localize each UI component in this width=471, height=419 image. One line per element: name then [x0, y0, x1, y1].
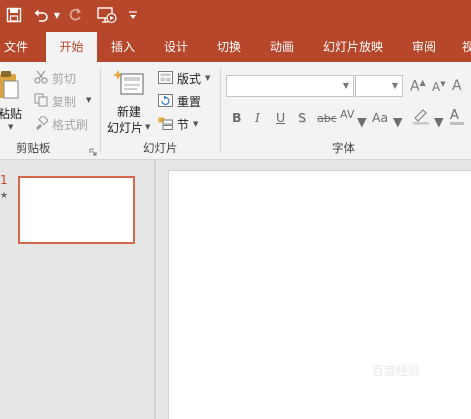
watermark-text: 百度经验 — [372, 364, 421, 378]
section-dropdown-icon[interactable]: ▼ — [193, 120, 198, 128]
undo-icon[interactable] — [32, 4, 50, 26]
font-size-dropdown-icon[interactable]: ▼ — [392, 81, 398, 90]
ribbon-tab-bar: 文件 开始 插入 设计 切换 动画 幻灯片放映 审阅 视 — [0, 32, 471, 62]
layout-button[interactable]: 版式 — [177, 70, 201, 87]
new-slide-button[interactable]: 幻灯片 — [107, 119, 143, 136]
tab-slideshow[interactable]: 幻灯片放映 — [323, 32, 383, 62]
font-color-button[interactable]: A — [450, 108, 464, 125]
bold-button[interactable]: B — [232, 110, 242, 125]
tab-design[interactable]: 设计 — [164, 32, 188, 62]
paste-button[interactable]: 粘贴 — [0, 105, 22, 122]
section-button[interactable]: 节 — [177, 116, 189, 133]
reset-icon[interactable] — [158, 94, 173, 110]
start-from-beginning-icon[interactable] — [96, 4, 118, 26]
shrink-font-icon: A — [432, 80, 441, 94]
ribbon-home: 粘贴 ▼ 剪切 复制 ▼ 格式刷 剪贴板 新建 幻灯片 ▼ 版式 ▼ 重置 节 … — [0, 62, 471, 160]
format-painter-button[interactable]: 格式刷 — [52, 116, 88, 133]
character-spacing-dropdown-icon[interactable]: ▼ — [357, 114, 367, 129]
character-spacing-button[interactable]: AV — [340, 108, 354, 121]
text-highlight-icon[interactable] — [411, 107, 433, 128]
italic-button[interactable]: I — [255, 110, 260, 125]
cut-icon[interactable] — [34, 70, 48, 87]
tab-home[interactable]: 开始 — [46, 32, 97, 62]
tab-animations[interactable]: 动画 — [270, 32, 294, 62]
font-name-combobox[interactable]: ▼ — [226, 75, 354, 97]
font-size-combobox[interactable]: ▼ — [355, 75, 403, 97]
tab-insert[interactable]: 插入 — [111, 32, 135, 62]
reset-button[interactable]: 重置 — [177, 93, 201, 110]
group-divider — [100, 68, 101, 152]
tab-view[interactable]: 视 — [462, 32, 471, 62]
slides-group-label: 幻灯片 — [143, 141, 178, 155]
strikethrough-button[interactable]: abc — [317, 112, 337, 125]
clear-formatting-button[interactable]: A — [452, 78, 462, 94]
tab-review[interactable]: 审阅 — [412, 32, 436, 62]
new-slide-dropdown-icon[interactable]: ▼ — [145, 123, 150, 131]
copy-icon[interactable] — [34, 93, 48, 110]
grow-font-icon: A — [410, 78, 420, 95]
paste-dropdown-icon[interactable]: ▼ — [8, 123, 13, 131]
clipboard-dialog-launcher-icon[interactable] — [89, 145, 97, 159]
slide-editing-area — [156, 160, 471, 419]
slide-canvas[interactable] — [168, 170, 471, 419]
slide-thumbnail-pane: 1 ★ — [0, 160, 154, 419]
font-color-icon: A — [450, 108, 459, 123]
text-highlight-dropdown-icon[interactable]: ▼ — [434, 114, 444, 129]
redo-icon[interactable] — [66, 4, 84, 26]
tab-transitions[interactable]: 切换 — [217, 32, 241, 62]
font-name-dropdown-icon[interactable]: ▼ — [343, 81, 349, 90]
copy-button[interactable]: 复制 — [52, 93, 76, 110]
shadow-button[interactable]: S — [298, 110, 306, 125]
shrink-font-button[interactable]: A▼ — [432, 80, 446, 94]
quick-access-toolbar: ▼ — [0, 0, 471, 32]
format-painter-icon[interactable] — [34, 114, 49, 133]
change-case-dropdown-icon[interactable]: ▼ — [393, 114, 403, 129]
transition-star-icon: ★ — [0, 191, 9, 201]
new-slide-label[interactable]: 新建 — [117, 103, 141, 120]
save-icon[interactable] — [4, 4, 24, 26]
slide-thumbnail[interactable] — [18, 176, 135, 244]
copy-dropdown-icon[interactable]: ▼ — [86, 96, 91, 104]
cut-button[interactable]: 剪切 — [52, 70, 76, 87]
undo-dropdown-icon[interactable]: ▼ — [52, 4, 62, 26]
font-group-label: 字体 — [332, 141, 355, 155]
tab-file[interactable]: 文件 — [4, 32, 28, 62]
paste-icon[interactable] — [0, 70, 20, 103]
grow-font-button[interactable]: A▲ — [410, 78, 426, 95]
section-icon[interactable] — [158, 117, 173, 133]
customize-qat-icon[interactable] — [127, 4, 139, 26]
underline-button[interactable]: U — [276, 110, 285, 125]
clipboard-group-label: 剪贴板 — [16, 141, 51, 155]
change-case-button[interactable]: Aa — [372, 110, 388, 125]
slide-number: 1 — [0, 173, 8, 187]
layout-icon[interactable] — [158, 71, 173, 87]
layout-dropdown-icon[interactable]: ▼ — [205, 74, 210, 82]
new-slide-icon[interactable] — [113, 68, 145, 101]
group-divider — [220, 68, 221, 152]
